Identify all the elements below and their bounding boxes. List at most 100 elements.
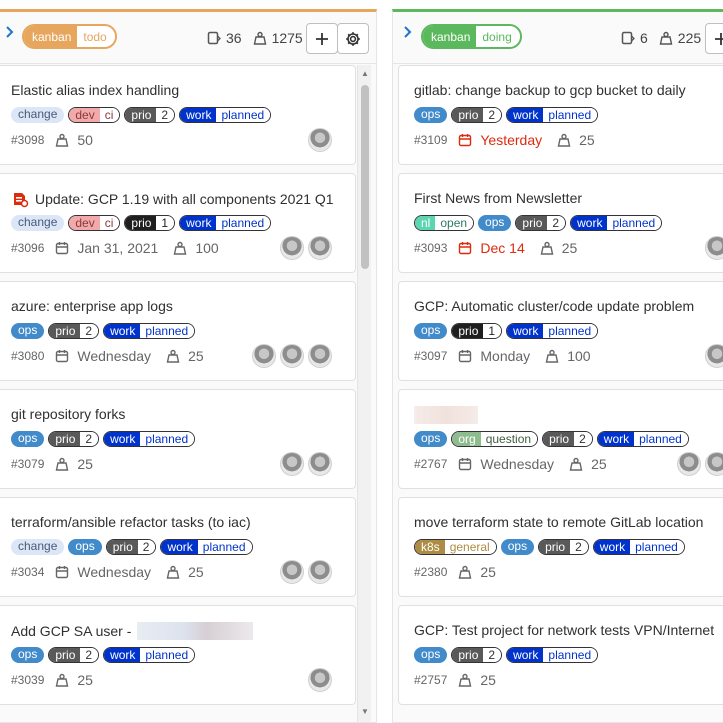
issue-reference[interactable]: #3109 (414, 133, 447, 147)
scoped-label-work[interactable]: work planned (103, 431, 196, 447)
assignee-avatar[interactable] (280, 344, 304, 368)
scoped-label-work[interactable]: work planned (179, 107, 272, 123)
issue-title-text[interactable]: Update: GCP 1.19 with all components 202… (35, 191, 334, 207)
issue-card[interactable]: Update: GCP 1.19 with all components 202… (0, 173, 356, 273)
issue-reference[interactable]: #3079 (11, 457, 44, 471)
scoped-label-work[interactable]: work planned (506, 107, 599, 123)
issue-title-text[interactable]: move terraform state to remote GitLab lo… (414, 514, 703, 530)
scroll-up-arrow-icon[interactable]: ▲ (361, 69, 369, 78)
issue-title-text[interactable]: Elastic alias index handling (11, 82, 179, 98)
issue-title[interactable]: terraform/ansible refactor tasks (to iac… (11, 514, 251, 530)
scoped-label-work[interactable]: work planned (592, 539, 685, 555)
issue-title[interactable]: gitlab: change backup to gcp bucket to d… (414, 82, 686, 98)
scoped-label-prio[interactable]: prio 2 (48, 323, 100, 339)
scoped-label-prio[interactable]: prio 2 (124, 107, 176, 123)
assignee-avatar[interactable] (705, 236, 723, 260)
issue-title[interactable]: Update: GCP 1.19 with all components 202… (11, 190, 334, 208)
new-issue-button[interactable] (705, 23, 723, 54)
issue-title[interactable]: Elastic alias index handling (11, 82, 179, 98)
assignee-avatar[interactable] (705, 344, 723, 368)
collapse-list-button[interactable] (403, 25, 413, 42)
issue-title[interactable]: git repository forks (11, 406, 125, 422)
assignee-avatar[interactable] (308, 668, 332, 692)
scoped-label-work[interactable]: work planned (596, 431, 689, 447)
issue-reference[interactable]: #3096 (11, 241, 44, 255)
label-change[interactable]: change (11, 539, 65, 555)
assignee-avatar[interactable] (677, 452, 701, 476)
scoped-label-prio[interactable]: prio 2 (105, 539, 157, 555)
scoped-label-dev[interactable]: dev ci (68, 107, 121, 123)
assignee-avatar[interactable] (252, 344, 276, 368)
issue-card[interactable]: gitlab: change backup to gcp bucket to d… (398, 65, 723, 165)
list-scrollbar[interactable]: ▲ ▼ (357, 65, 371, 722)
issue-title[interactable]: GCP: Test project for network tests VPN/… (414, 622, 714, 638)
issue-card[interactable]: azure: enterprise app logs ops prio 2 work pl… (0, 281, 356, 381)
assignee-avatar[interactable] (308, 128, 332, 152)
scoped-label-work[interactable]: work planned (506, 647, 599, 663)
scoped-label-prio[interactable]: prio 1 (124, 215, 176, 231)
assignee-avatar[interactable] (280, 560, 304, 584)
issue-reference[interactable]: #3034 (11, 565, 44, 579)
issue-title-text[interactable]: terraform/ansible refactor tasks (to iac… (11, 514, 251, 530)
label-ops[interactable]: ops (414, 431, 448, 447)
issue-reference[interactable]: #3098 (11, 133, 44, 147)
scrollbar-thumb[interactable] (361, 85, 369, 269)
issue-title-text[interactable]: First News from Newsletter (414, 190, 582, 206)
issue-title[interactable]: First News from Newsletter (414, 190, 582, 206)
issue-title-text[interactable]: gitlab: change backup to gcp bucket to d… (414, 82, 686, 98)
assignee-avatar[interactable] (280, 452, 304, 476)
scoped-label-prio[interactable]: prio 2 (515, 215, 567, 231)
issue-reference[interactable]: #3039 (11, 673, 44, 687)
label-ops[interactable]: ops (11, 323, 45, 339)
issue-title-text[interactable]: Add GCP SA user - (11, 623, 131, 639)
scoped-label-prio[interactable]: prio 2 (451, 107, 503, 123)
issue-title-text[interactable]: git repository forks (11, 406, 125, 422)
label-ops[interactable]: ops (414, 647, 448, 663)
issue-title-text[interactable]: GCP: Automatic cluster/code update probl… (414, 298, 694, 314)
issue-card[interactable]: git repository forks ops prio 2 work planned #… (0, 389, 356, 489)
scoped-label-nl[interactable]: nl open (414, 215, 475, 231)
issue-reference[interactable]: #3080 (11, 349, 44, 363)
new-issue-button[interactable] (306, 23, 338, 54)
collapse-list-button[interactable] (5, 25, 15, 42)
issue-card[interactable]: ops org question prio 2 work planned #2767 Wedne… (398, 389, 723, 489)
assignee-avatar[interactable] (280, 236, 304, 260)
scoped-label-prio[interactable]: prio 1 (451, 323, 503, 339)
scoped-label-prio[interactable]: prio 2 (48, 647, 100, 663)
issue-reference[interactable]: #2380 (414, 565, 447, 579)
scroll-down-arrow-icon[interactable]: ▼ (361, 707, 369, 716)
issue-title-text[interactable]: azure: enterprise app logs (11, 298, 173, 314)
list-label-kanban-todo[interactable]: kanban todo (22, 24, 117, 49)
scoped-label-work[interactable]: work planned (506, 323, 599, 339)
scoped-label-k8s[interactable]: k8s general (414, 539, 497, 555)
issue-title[interactable] (414, 406, 478, 424)
assignee-avatar[interactable] (308, 452, 332, 476)
label-ops[interactable]: ops (11, 647, 45, 663)
issue-card[interactable]: GCP: Test project for network tests VPN/… (398, 605, 723, 705)
issue-reference[interactable]: #3097 (414, 349, 447, 363)
label-change[interactable]: change (11, 215, 65, 231)
label-change[interactable]: change (11, 107, 65, 123)
issue-card[interactable]: GCP: Automatic cluster/code update probl… (398, 281, 723, 381)
issue-card[interactable]: move terraform state to remote GitLab lo… (398, 497, 723, 597)
issue-card[interactable]: First News from Newsletter nl open ops prio 2… (398, 173, 723, 273)
assignee-avatar[interactable] (308, 560, 332, 584)
issue-title[interactable]: azure: enterprise app logs (11, 298, 173, 314)
scoped-label-org[interactable]: org question (451, 431, 539, 447)
issue-card[interactable]: terraform/ansible refactor tasks (to iac… (0, 497, 356, 597)
issue-title[interactable]: Add GCP SA user - (11, 622, 254, 640)
issue-card[interactable]: Elastic alias index handling change dev ci p… (0, 65, 356, 165)
assignee-avatar[interactable] (705, 452, 723, 476)
label-ops[interactable]: ops (11, 431, 45, 447)
label-ops[interactable]: ops (68, 539, 102, 555)
scoped-label-prio[interactable]: prio 2 (48, 431, 100, 447)
scoped-label-prio[interactable]: prio 2 (451, 647, 503, 663)
label-ops[interactable]: ops (478, 215, 512, 231)
label-ops[interactable]: ops (414, 107, 448, 123)
scoped-label-prio[interactable]: prio 2 (542, 431, 593, 447)
issue-reference[interactable]: #2767 (414, 457, 447, 471)
issue-title[interactable]: move terraform state to remote GitLab lo… (414, 514, 703, 530)
issue-reference[interactable]: #3093 (414, 241, 447, 255)
assignee-avatar[interactable] (308, 344, 332, 368)
scoped-label-work[interactable]: work planned (570, 215, 663, 231)
